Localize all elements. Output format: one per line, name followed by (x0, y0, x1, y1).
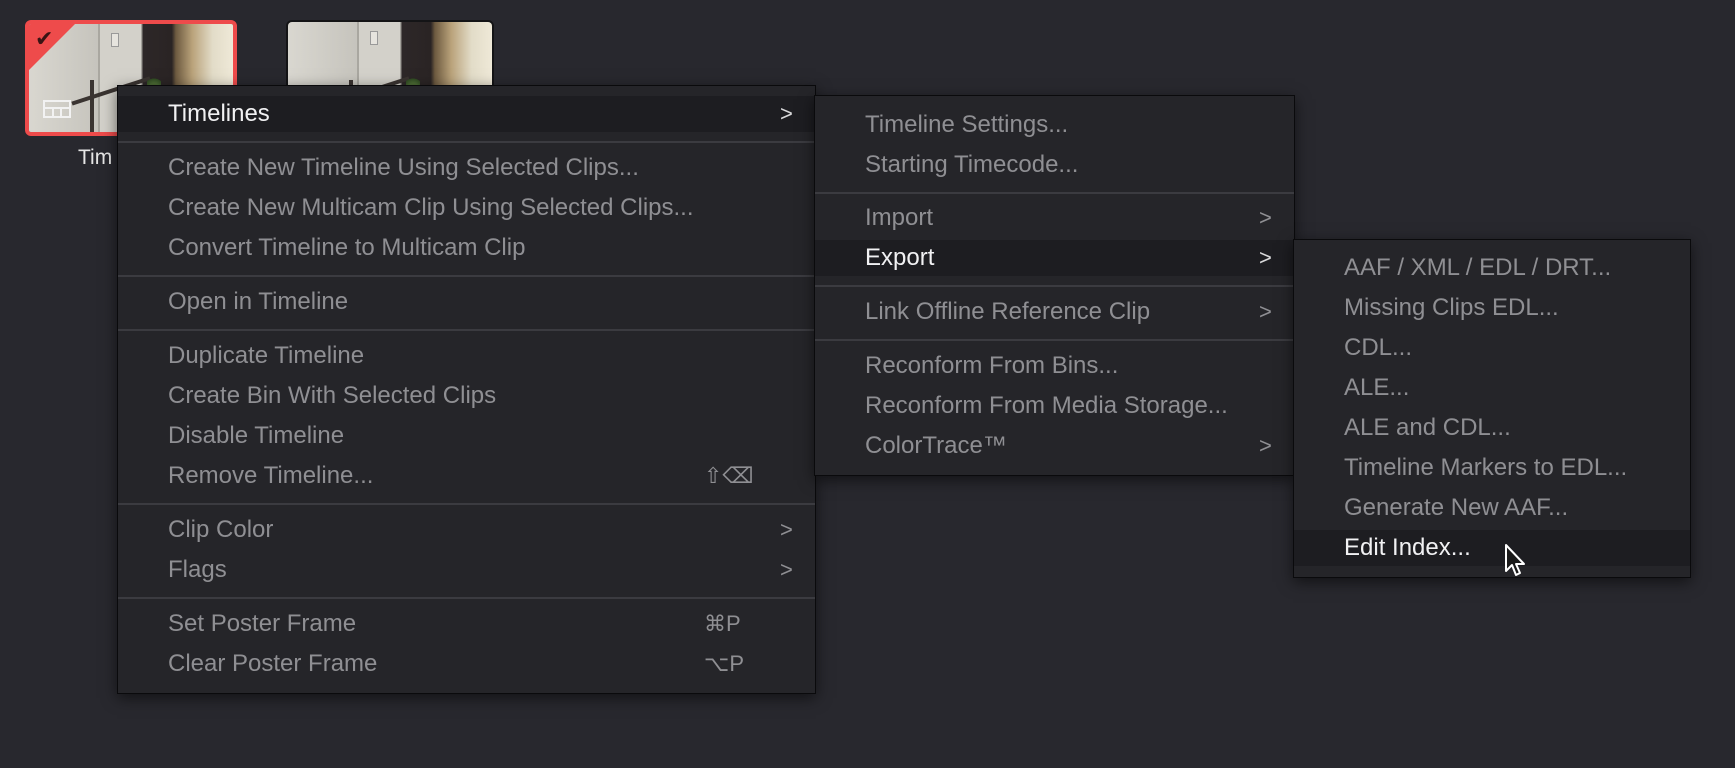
menu-item-import[interactable]: Import > (815, 200, 1294, 236)
menu-item-convert-to-multicam[interactable]: Convert Timeline to Multicam Clip (118, 230, 815, 266)
menu-item-label: Starting Timecode... (865, 151, 1079, 178)
menu-item-link-offline-reference[interactable]: Link Offline Reference Clip > (815, 294, 1294, 330)
menu-item-create-new-timeline[interactable]: Create New Timeline Using Selected Clips… (118, 150, 815, 186)
menu-item-export[interactable]: Export > (815, 240, 1294, 276)
menu-item-label: Edit Index... (1344, 534, 1471, 561)
menu-item-label: ColorTrace™ (865, 432, 1007, 459)
menu-item-duplicate-timeline[interactable]: Duplicate Timeline (118, 338, 815, 374)
check-icon: ✔ (35, 26, 54, 51)
menu-item-label: Generate New AAF... (1344, 494, 1569, 521)
export-submenu: AAF / XML / EDL / DRT... Missing Clips E… (1293, 239, 1691, 578)
chevron-right-icon: > (1259, 245, 1272, 270)
menu-item-label: ALE and CDL... (1344, 414, 1511, 441)
context-menu: Timelines > Create New Timeline Using Se… (117, 85, 816, 694)
menu-item-generate-new-aaf[interactable]: Generate New AAF... (1294, 490, 1690, 526)
menu-item-label: Missing Clips EDL... (1344, 294, 1559, 321)
menu-item-flags[interactable]: Flags > (118, 552, 815, 588)
menu-item-label: AAF / XML / EDL / DRT... (1344, 254, 1612, 281)
menu-item-open-in-timeline[interactable]: Open in Timeline (118, 284, 815, 320)
menu-item-label: Timeline Markers to EDL... (1344, 454, 1628, 481)
menu-item-label: Open in Timeline (168, 288, 349, 315)
menu-item-reconform-bins[interactable]: Reconform From Bins... (815, 348, 1294, 384)
menu-separator (815, 339, 1294, 341)
menu-item-label: Clear Poster Frame (168, 650, 378, 677)
menu-item-label: Create New Multicam Clip Using Selected … (168, 194, 694, 221)
menu-item-ale[interactable]: ALE... (1294, 370, 1690, 406)
menu-item-label: Export (865, 244, 935, 271)
menu-item-label: ALE... (1344, 374, 1410, 401)
menu-item-clip-color[interactable]: Clip Color > (118, 512, 815, 548)
chevron-right-icon: > (780, 557, 793, 582)
menu-item-label: Remove Timeline... (168, 462, 374, 489)
menu-separator (118, 275, 815, 277)
menu-item-label: Convert Timeline to Multicam Clip (168, 234, 526, 261)
menu-item-reconform-media-storage[interactable]: Reconform From Media Storage... (815, 388, 1294, 424)
menu-item-timeline-markers-edl[interactable]: Timeline Markers to EDL... (1294, 450, 1690, 486)
menu-separator (815, 285, 1294, 287)
menu-item-clear-poster-frame[interactable]: Clear Poster Frame ⌥P (118, 646, 815, 682)
menu-separator (118, 329, 815, 331)
menu-separator (118, 503, 815, 505)
mouse-cursor-icon (1505, 544, 1525, 576)
chevron-right-icon: > (1259, 205, 1272, 230)
menu-item-colortrace[interactable]: ColorTrace™ > (815, 428, 1294, 464)
thumbnail-label: Tim (78, 146, 113, 169)
menu-item-label: Disable Timeline (168, 422, 345, 449)
menu-item-label: Import (865, 204, 934, 231)
menu-item-disable-timeline[interactable]: Disable Timeline (118, 418, 815, 454)
menu-item-label: Create Bin With Selected Clips (168, 382, 497, 409)
menu-separator (118, 141, 815, 143)
menu-item-create-bin[interactable]: Create Bin With Selected Clips (118, 378, 815, 414)
menu-item-remove-timeline[interactable]: Remove Timeline... ⇧⌫ (118, 458, 815, 494)
menu-item-label: Set Poster Frame (168, 610, 357, 637)
chevron-right-icon: > (780, 101, 793, 126)
menu-item-set-poster-frame[interactable]: Set Poster Frame ⌘P (118, 606, 815, 642)
menu-item-timelines[interactable]: Timelines > (118, 96, 815, 132)
menu-item-label: Link Offline Reference Clip (865, 298, 1151, 325)
menu-item-starting-timecode[interactable]: Starting Timecode... (815, 147, 1294, 183)
shortcut-label: ⇧⌫ (704, 463, 754, 488)
menu-separator (815, 192, 1294, 194)
menu-item-aaf-xml-edl-drt[interactable]: AAF / XML / EDL / DRT... (1294, 250, 1690, 286)
timelines-submenu: Timeline Settings... Starting Timecode..… (814, 95, 1295, 476)
menu-item-ale-and-cdl[interactable]: ALE and CDL... (1294, 410, 1690, 446)
shortcut-label: ⌘P (704, 611, 741, 636)
menu-item-label: Create New Timeline Using Selected Clips… (168, 154, 639, 181)
menu-item-label: Reconform From Bins... (865, 352, 1119, 379)
menu-item-label: Clip Color (168, 516, 274, 543)
menu-item-label: Timelines (168, 100, 270, 127)
menu-item-label: Reconform From Media Storage... (865, 392, 1228, 419)
menu-separator (118, 597, 815, 599)
menu-item-timeline-settings[interactable]: Timeline Settings... (815, 107, 1294, 143)
chevron-right-icon: > (1259, 299, 1272, 324)
menu-item-label: Timeline Settings... (865, 111, 1069, 138)
chevron-right-icon: > (780, 517, 793, 542)
shortcut-label: ⌥P (704, 651, 745, 676)
chevron-right-icon: > (1259, 433, 1272, 458)
menu-item-label: CDL... (1344, 334, 1413, 361)
menu-item-cdl[interactable]: CDL... (1294, 330, 1690, 366)
menu-item-missing-clips-edl[interactable]: Missing Clips EDL... (1294, 290, 1690, 326)
menu-item-create-multicam-clip[interactable]: Create New Multicam Clip Using Selected … (118, 190, 815, 226)
menu-item-edit-index[interactable]: Edit Index... (1294, 530, 1690, 566)
menu-item-label: Duplicate Timeline (168, 342, 365, 369)
menu-item-label: Flags (168, 556, 227, 583)
timeline-icon (43, 100, 71, 118)
